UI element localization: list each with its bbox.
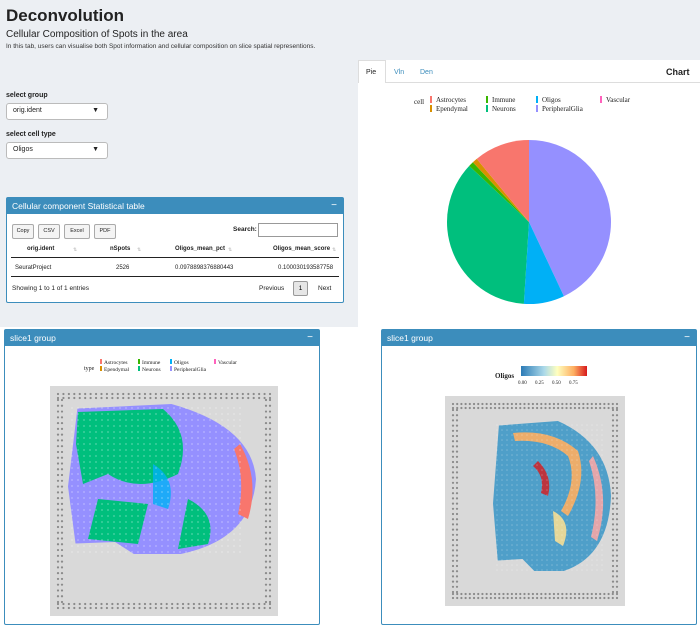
col-header-mean-pct[interactable]: Oligos_mean_pct [175,246,225,252]
legend-title: cell [414,98,424,106]
page-1-button[interactable]: 1 [293,281,308,296]
legend-swatch [138,359,140,364]
legend-label: Ependymal [104,367,130,373]
minimize-icon[interactable]: − [684,330,690,346]
col-header-orig-ident[interactable]: orig.ident [27,246,54,252]
next-button[interactable]: Next [318,285,331,292]
minimize-icon[interactable]: − [307,330,313,346]
legend-title: Oligos [495,372,514,380]
table-cell: 2526 [116,265,130,271]
legend-swatch [430,105,432,112]
stat-table-box: Cellular component Statistical table − C… [6,197,344,303]
select-group-value: orig.ident [13,107,42,114]
page-subtitle: Cellular Composition of Spots in the are… [6,29,188,40]
legend-label: Immune [492,96,515,104]
scale-tick-label: 0.25 [535,381,544,386]
legend-title: type [84,366,95,372]
pdf-button[interactable]: PDF [94,224,116,239]
slice-left-plot: type AstrocytesEpendymal ImmuneNeurons Olig… [50,359,278,616]
legend-label: Neurons [142,367,161,373]
sort-icon[interactable]: ⇅ [73,247,77,253]
legend-label: Astrocytes [104,360,128,366]
legend-label: Ependymal [436,105,468,113]
select-group-label: select group [6,92,48,99]
legend-swatch [214,359,216,364]
pie-chart: cell AstrocytesEpendymal ImmuneNeurons Olig… [414,96,631,304]
legend-swatch [486,105,488,112]
legend-swatch [536,105,538,112]
legend-swatch [486,96,488,103]
chevron-down-icon: ▼ [92,107,99,114]
legend-label: PeripheralGlia [542,105,584,113]
table-cell: 0.100030193587758 [278,265,334,271]
legend-swatch [170,359,172,364]
legend-label: PeripheralGlia [174,367,207,373]
legend-swatch [600,96,602,103]
legend-swatch [100,359,102,364]
legend-label: Astrocytes [436,96,466,104]
legend-label: Immune [142,360,161,366]
select-celltype-label: select cell type [6,131,56,138]
minimize-icon[interactable]: − [331,198,337,214]
legend-label: Neurons [492,105,516,113]
slice-right-title: slice1 group [387,333,433,343]
search-label: Search: [233,226,257,233]
legend-label: Oligos [542,96,561,104]
slice-right-header: slice1 group − [382,330,696,346]
legend-label: Vascular [606,96,631,104]
previous-button[interactable]: Previous [259,285,284,292]
select-group-dropdown[interactable]: orig.ident ▼ [6,103,108,120]
legend-swatch [138,366,140,371]
legend-swatch [170,366,172,371]
legend-label: Vascular [218,360,237,366]
page-title: Deconvolution [6,6,125,25]
color-scale-bar [521,366,587,376]
scale-tick-label: 0.50 [552,381,561,386]
table-footer-divider [11,276,339,277]
select-celltype-value: Oligos [13,146,33,153]
legend-swatch [100,366,102,371]
slice-left-header: slice1 group − [5,330,319,346]
table-cell: 0.0978898376880443 [175,265,234,271]
search-input[interactable] [258,223,338,237]
legend-label: Oligos [174,360,189,366]
table-cell: SeuratProject [15,265,52,271]
copy-button[interactable]: Copy [12,224,34,239]
page-description: In this tab, users can visualise both Sp… [6,43,316,50]
csv-button[interactable]: CSV [38,224,60,239]
stat-table-title: Cellular component Statistical table [12,201,145,211]
slice-right-plot: Oligos 0.00 0.25 0.50 0.75 [445,366,625,606]
legend-swatch [430,96,432,103]
stat-table-header: Cellular component Statistical table − [7,198,343,214]
scale-tick-label: 0.00 [518,381,527,386]
col-header-nspots[interactable]: nSpots [110,246,130,252]
chevron-down-icon: ▼ [92,146,99,153]
select-celltype-dropdown[interactable]: Oligos ▼ [6,142,108,159]
sort-icon[interactable]: ⇅ [332,247,336,253]
legend-swatch [536,96,538,103]
table-info: Showing 1 to 1 of 1 entries [12,285,89,292]
scale-tick-label: 0.75 [569,381,578,386]
table-header-divider [11,257,339,258]
col-header-mean-score[interactable]: Oligos_mean_score [273,246,330,252]
excel-button[interactable]: Excel [64,224,90,239]
sort-icon[interactable]: ⇅ [228,247,232,253]
slice-left-title: slice1 group [10,333,56,343]
tissue-region-neurons [88,499,148,544]
tissue-region-neurons [76,409,183,484]
sort-icon[interactable]: ⇅ [137,247,141,253]
